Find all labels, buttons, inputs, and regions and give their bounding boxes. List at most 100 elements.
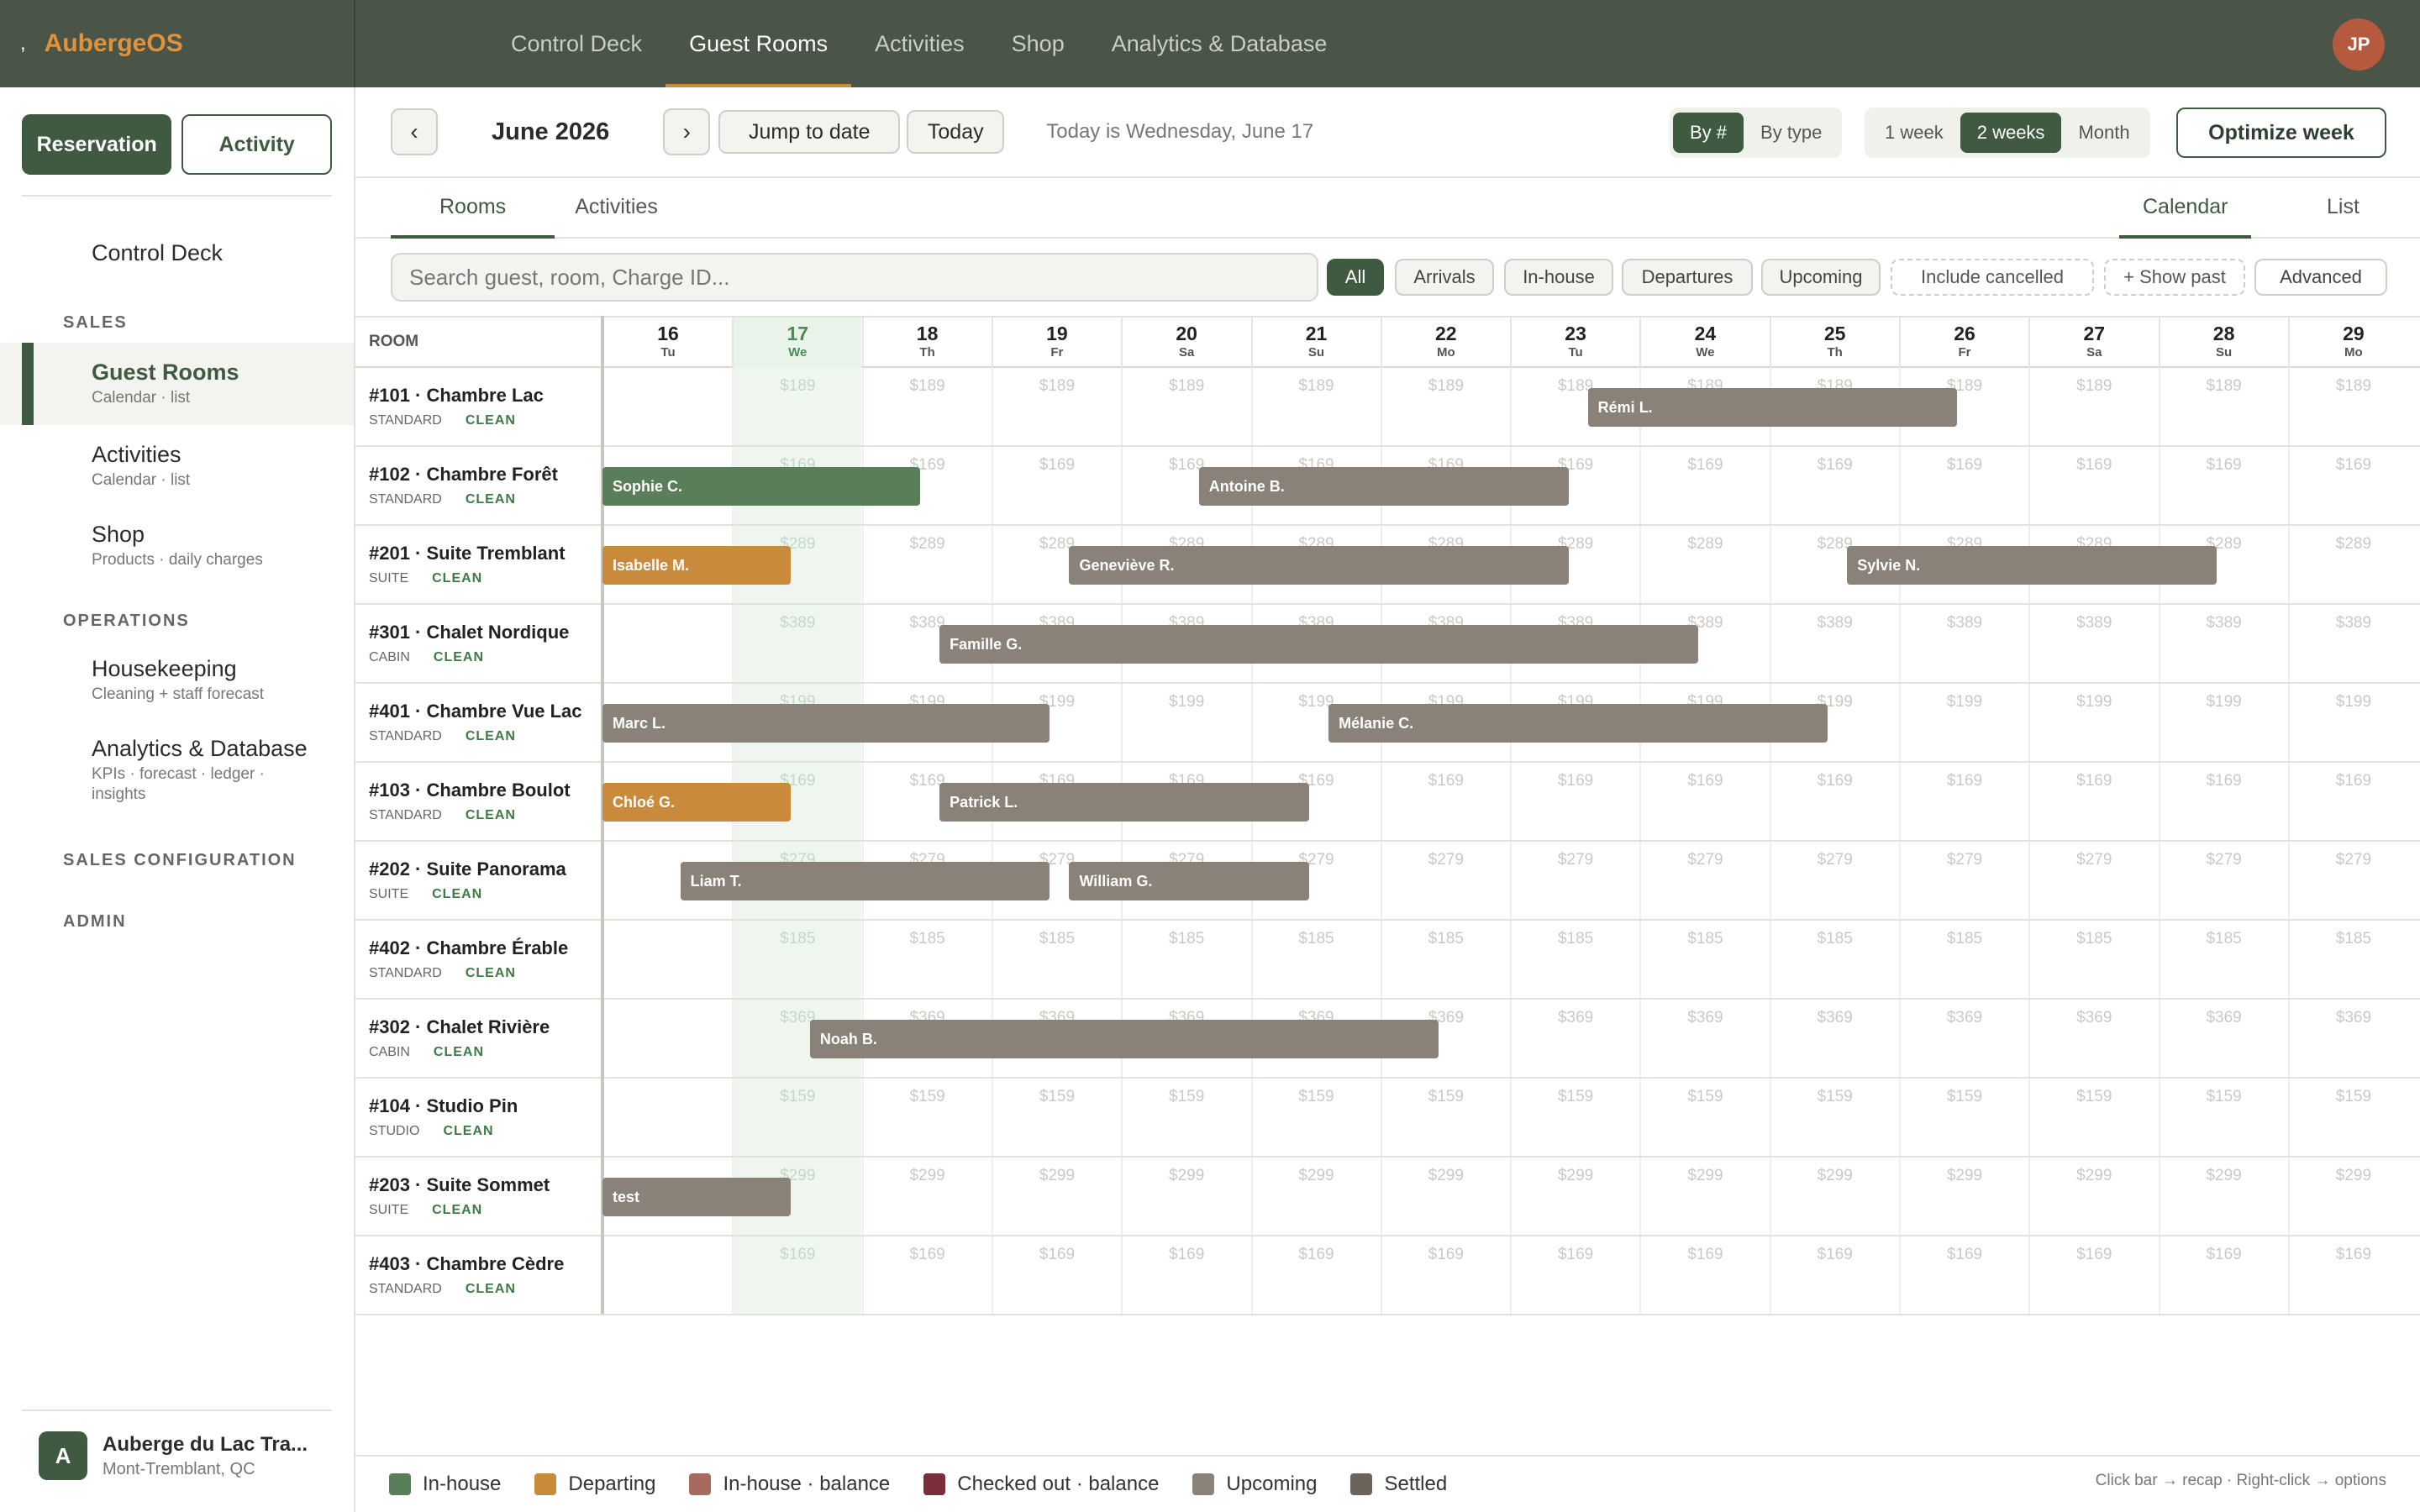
booking-bar[interactable]: Patrick L. — [939, 783, 1309, 822]
sidebar-section-sales-config[interactable]: SALES CONFIGURATION — [0, 851, 354, 870]
rate-cell[interactable]: $299 — [1769, 1158, 1899, 1235]
rate-cell[interactable]: $159 — [1639, 1079, 1769, 1156]
room-label[interactable]: #201 · Suite Tremblant SUITE CLEAN — [369, 543, 566, 586]
topnav-analytics[interactable]: Analytics & Database — [1088, 0, 1351, 87]
rate-cell[interactable]: $389 — [1899, 605, 2028, 682]
rate-cell[interactable]: $185 — [2158, 921, 2288, 998]
day-header[interactable]: 28 Su — [2158, 318, 2288, 368]
rate-cell[interactable]: $169 — [2028, 1236, 2158, 1314]
rate-cell[interactable]: $299 — [2028, 1158, 2158, 1235]
rate-cell[interactable] — [602, 921, 732, 998]
rate-cell[interactable]: $299 — [991, 1158, 1121, 1235]
tab-list[interactable]: List — [2305, 176, 2381, 237]
day-header[interactable]: 22 Mo — [1380, 318, 1510, 368]
rate-cell[interactable]: $389 — [2158, 605, 2288, 682]
filter-arrivals[interactable]: Arrivals — [1395, 259, 1494, 296]
rate-cell[interactable]: $389 — [1769, 605, 1899, 682]
rate-cell[interactable]: $159 — [1899, 1079, 2028, 1156]
rate-cell[interactable]: $279 — [2028, 842, 2158, 919]
booking-bar[interactable]: Antoine B. — [1198, 467, 1569, 506]
rate-cell[interactable]: $185 — [2028, 921, 2158, 998]
booking-bar[interactable]: Sophie C. — [602, 467, 921, 506]
rate-cell[interactable]: $299 — [2158, 1158, 2288, 1235]
rate-cell[interactable]: $185 — [861, 921, 992, 998]
rate-cell[interactable]: $159 — [2158, 1079, 2288, 1156]
range-1-week[interactable]: 1 week — [1868, 113, 1960, 153]
filter-departures[interactable]: Departures — [1622, 259, 1753, 296]
booking-bar[interactable]: William G. — [1069, 862, 1309, 900]
day-header[interactable]: 16 Tu — [602, 318, 732, 368]
rate-cell[interactable]: $169 — [861, 1236, 992, 1314]
sidebar-section-admin[interactable]: ADMIN — [0, 912, 354, 932]
rate-cell[interactable]: $169 — [1121, 1236, 1250, 1314]
room-label[interactable]: #101 · Chambre Lac STANDARD CLEAN — [369, 385, 544, 428]
day-header[interactable]: 26 Fr — [1899, 318, 2028, 368]
rate-cell[interactable]: $159 — [1250, 1079, 1381, 1156]
rate-cell[interactable]: $189 — [861, 368, 992, 445]
rate-cell[interactable]: $369 — [1899, 1000, 2028, 1077]
filter-all[interactable]: All — [1327, 259, 1384, 296]
booking-bar[interactable]: Marc L. — [602, 704, 1050, 743]
rate-cell[interactable]: $169 — [1639, 447, 1769, 524]
rate-cell[interactable]: $279 — [1510, 842, 1639, 919]
rate-cell[interactable] — [602, 1236, 732, 1314]
day-header[interactable]: 18 Th — [861, 318, 992, 368]
search-input[interactable] — [391, 253, 1318, 302]
rate-cell[interactable]: $289 — [2287, 526, 2417, 603]
rate-cell[interactable]: $169 — [1510, 1236, 1639, 1314]
rate-cell[interactable]: $369 — [1769, 1000, 1899, 1077]
filter-inhouse[interactable]: In-house — [1504, 259, 1613, 296]
rate-cell[interactable]: $169 — [2287, 447, 2417, 524]
rate-cell[interactable]: $169 — [1899, 1236, 2028, 1314]
rate-cell[interactable]: $169 — [991, 1236, 1121, 1314]
rate-cell[interactable]: $169 — [991, 447, 1121, 524]
booking-bar[interactable]: Rémi L. — [1587, 388, 1958, 427]
rate-cell[interactable]: $369 — [2158, 1000, 2288, 1077]
rate-cell[interactable]: $199 — [1121, 684, 1250, 761]
rate-cell[interactable]: $169 — [1510, 763, 1639, 840]
rate-cell[interactable]: $389 — [732, 605, 862, 682]
rate-cell[interactable]: $389 — [2028, 605, 2158, 682]
rate-cell[interactable]: $189 — [1250, 368, 1381, 445]
booking-bar[interactable]: Famille G. — [939, 625, 1698, 664]
rate-cell[interactable]: $159 — [732, 1079, 862, 1156]
optimize-week-button[interactable]: Optimize week — [2176, 108, 2386, 158]
rate-cell[interactable]: $389 — [2287, 605, 2417, 682]
rate-cell[interactable]: $299 — [2287, 1158, 2417, 1235]
rate-cell[interactable]: $169 — [1639, 1236, 1769, 1314]
rate-cell[interactable]: $369 — [2287, 1000, 2417, 1077]
rate-cell[interactable]: $159 — [2287, 1079, 2417, 1156]
rate-cell[interactable]: $299 — [1510, 1158, 1639, 1235]
new-reservation-button[interactable]: Reservation — [22, 114, 172, 175]
tab-activities[interactable]: Activities — [555, 176, 678, 237]
rate-cell[interactable]: $299 — [1899, 1158, 2028, 1235]
booking-bar[interactable]: Isabelle M. — [602, 546, 791, 585]
range-month[interactable]: Month — [2061, 113, 2146, 153]
day-header[interactable]: 17 We — [732, 318, 862, 368]
show-past-toggle[interactable]: + Show past — [2104, 259, 2245, 296]
room-label[interactable]: #203 · Suite Sommet SUITE CLEAN — [369, 1174, 550, 1218]
rate-cell[interactable]: $159 — [2028, 1079, 2158, 1156]
today-button[interactable]: Today — [907, 110, 1005, 154]
room-label[interactable]: #202 · Suite Panorama SUITE CLEAN — [369, 858, 566, 902]
rate-cell[interactable]: $169 — [1250, 1236, 1381, 1314]
booking-bar[interactable]: Geneviève R. — [1069, 546, 1569, 585]
booking-bar[interactable]: Mélanie C. — [1328, 704, 1828, 743]
rate-cell[interactable]: $299 — [1639, 1158, 1769, 1235]
rate-cell[interactable]: $169 — [1899, 447, 2028, 524]
day-header[interactable]: 25 Th — [1769, 318, 1899, 368]
tab-calendar[interactable]: Calendar — [2119, 176, 2252, 239]
rate-cell[interactable]: $159 — [1510, 1079, 1639, 1156]
sidebar-item-housekeeping[interactable]: Housekeeping Cleaning + staff forecast — [0, 656, 354, 704]
room-label[interactable]: #403 · Chambre Cèdre STANDARD CLEAN — [369, 1253, 564, 1297]
rate-cell[interactable] — [602, 1000, 732, 1077]
rate-cell[interactable]: $279 — [1769, 842, 1899, 919]
rate-cell[interactable]: $169 — [2158, 447, 2288, 524]
rate-cell[interactable] — [602, 605, 732, 682]
room-label[interactable]: #102 · Chambre Forêt STANDARD CLEAN — [369, 464, 558, 507]
rate-cell[interactable]: $189 — [2158, 368, 2288, 445]
booking-bar[interactable]: test — [602, 1178, 791, 1216]
booking-bar[interactable]: Sylvie N. — [1847, 546, 2217, 585]
topnav-shop[interactable]: Shop — [988, 0, 1088, 87]
user-avatar[interactable]: JP — [2333, 18, 2385, 71]
